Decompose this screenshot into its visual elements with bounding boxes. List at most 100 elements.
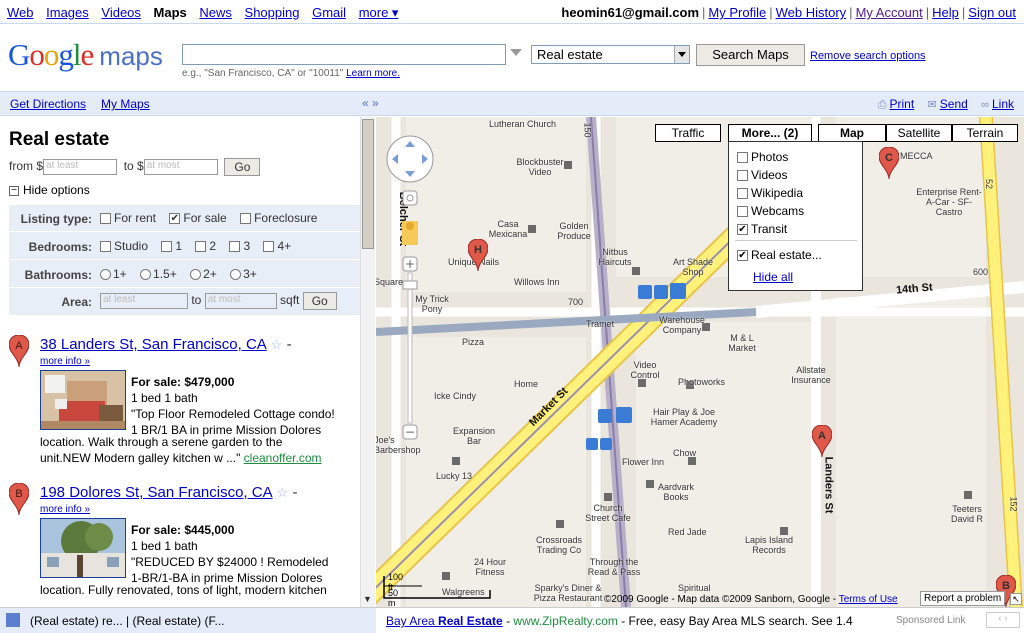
category-select[interactable]: Real estate — [531, 45, 690, 64]
scrollbar-thumb[interactable] — [362, 119, 374, 249]
max-area-input[interactable]: at most — [204, 293, 277, 309]
price-go-button[interactable]: Go — [224, 158, 261, 176]
learn-more-link[interactable]: Learn more. — [346, 68, 400, 79]
bathrooms-1-5plus-radio[interactable]: 1.5+ — [140, 267, 177, 281]
place-label[interactable]: Through the Read & Pass — [584, 557, 644, 577]
web-history-link[interactable]: Web History — [776, 5, 847, 20]
nav-videos[interactable]: Videos — [101, 5, 141, 20]
satellite-view-button[interactable]: Satellite — [886, 124, 952, 142]
marker-b-icon[interactable]: B — [9, 483, 29, 515]
place-label[interactable]: Nitbus Haircuts — [590, 247, 640, 267]
place-label[interactable]: M & L Market — [724, 333, 760, 353]
place-label[interactable]: Photoworks — [678, 377, 725, 387]
terrain-view-button[interactable]: Terrain — [952, 124, 1018, 142]
sign-out-link[interactable]: Sign out — [968, 5, 1016, 20]
status-tabs[interactable]: (Real estate) re... | (Real estate) (F..… — [0, 608, 376, 633]
place-label[interactable]: Chow — [673, 448, 696, 458]
bedrooms-3-checkbox[interactable]: 3 — [229, 239, 250, 253]
map-view-button[interactable]: Map — [818, 124, 886, 142]
bathrooms-2plus-radio[interactable]: 2+ — [190, 267, 217, 281]
videos-layer-checkbox[interactable]: Videos — [737, 168, 787, 182]
nav-news[interactable]: News — [199, 5, 232, 20]
place-label[interactable]: Sparky's Diner & Pizza Restaurant — [532, 583, 604, 603]
place-label[interactable]: Video Control — [626, 360, 664, 380]
send-link[interactable]: Send — [940, 97, 968, 111]
place-label[interactable]: Church Street Cafe — [582, 503, 634, 523]
min-area-input[interactable]: at least — [100, 293, 188, 309]
bedrooms-1-checkbox[interactable]: 1 — [161, 239, 182, 253]
sponsored-ad[interactable]: Bay Area Real Estate - www.ZipRealty.com… — [386, 614, 853, 628]
for-rent-checkbox[interactable]: For rent — [100, 211, 156, 225]
listing-photo[interactable] — [40, 518, 126, 578]
result-title-link[interactable]: 198 Dolores St, San Francisco, CA ☆ - — [40, 484, 297, 501]
place-label[interactable]: Allstate Insurance — [786, 365, 836, 385]
area-go-button[interactable]: Go — [302, 292, 337, 310]
wikipedia-layer-checkbox[interactable]: Wikipedia — [737, 186, 803, 200]
place-label[interactable]: Enterprise Rent-A-Car - SF-Castro — [914, 187, 984, 217]
ad-navigation-arrows[interactable]: ‹ › — [986, 612, 1020, 628]
transit-layer-checkbox[interactable]: ✔ Transit — [737, 222, 787, 236]
place-label[interactable]: Red Jade — [668, 527, 707, 537]
place-label[interactable]: Crossroads Trading Co — [530, 535, 588, 555]
place-label[interactable]: Home — [514, 379, 538, 389]
place-label[interactable]: Blockbuster Video — [510, 157, 570, 177]
hide-options-toggle[interactable]: − Hide options — [9, 183, 90, 197]
max-price-input[interactable]: at most — [143, 159, 218, 175]
place-label[interactable]: Willows Inn — [514, 277, 560, 287]
map-canvas[interactable]: Lutheran Church Blockbuster Video Casa M… — [376, 117, 1024, 607]
ad-title-link[interactable]: Bay Area Real Estate — [386, 614, 503, 628]
remove-search-options-link[interactable]: Remove search options — [810, 50, 926, 62]
bathrooms-1plus-radio[interactable]: 1+ — [100, 267, 127, 281]
panel-scrollbar[interactable]: ▼ — [360, 117, 375, 607]
result-title-link[interactable]: 38 Landers St, San Francisco, CA ☆ - — [40, 336, 292, 353]
for-sale-checkbox[interactable]: ✔ For sale — [169, 211, 227, 225]
place-label[interactable]: Expansion Bar — [452, 426, 496, 446]
hide-all-link[interactable]: Hide all — [753, 270, 793, 284]
terms-of-use-link[interactable]: Terms of Use — [839, 594, 898, 605]
listing-photo[interactable] — [40, 370, 126, 430]
marker-c-icon[interactable]: C — [879, 147, 899, 179]
place-label[interactable]: Tramet — [586, 319, 614, 329]
scroll-down-arrow-icon[interactable]: ▼ — [363, 594, 372, 604]
traffic-button[interactable]: Traffic — [655, 124, 721, 142]
place-label[interactable]: Teeters David R — [946, 504, 988, 524]
search-maps-button[interactable]: Search Maps — [696, 44, 805, 66]
marker-a-icon[interactable]: A — [812, 425, 832, 457]
place-label[interactable]: Aardvark Books — [654, 482, 698, 502]
nav-web[interactable]: Web — [7, 5, 34, 20]
place-label[interactable]: Lapis Island Records — [744, 535, 794, 555]
report-problem-button[interactable]: Report a problem — [920, 591, 1006, 606]
place-label[interactable]: Pizza — [462, 337, 484, 347]
webcams-layer-checkbox[interactable]: Webcams — [737, 204, 804, 218]
source-link[interactable]: cleanoffer.com — [244, 451, 322, 465]
place-label[interactable]: Lucky 13 — [436, 471, 472, 481]
photos-layer-checkbox[interactable]: Photos — [737, 150, 788, 164]
expand-corner-icon[interactable]: ↖ — [1010, 593, 1022, 605]
my-profile-link[interactable]: My Profile — [708, 5, 766, 20]
bedrooms-2-checkbox[interactable]: 2 — [195, 239, 216, 253]
marker-h-icon[interactable]: H — [468, 239, 488, 271]
place-label[interactable]: Casa Mexicana — [486, 219, 530, 239]
more-info-link[interactable]: more info » — [40, 356, 90, 367]
link-link[interactable]: Link — [992, 97, 1014, 111]
place-label[interactable]: Warehouse Company — [658, 315, 706, 335]
collapse-panel-icon[interactable]: « » — [362, 96, 379, 110]
place-label[interactable]: Spiritual — [678, 583, 711, 593]
real-estate-layer-checkbox[interactable]: ✔ Real estate... — [737, 248, 822, 262]
chevron-down-icon[interactable] — [674, 46, 689, 63]
place-label[interactable]: Art Shade Shop — [672, 257, 714, 277]
place-label[interactable]: Flower Inn — [622, 457, 664, 467]
ad-url[interactable]: www.ZipRealty.com — [513, 614, 617, 628]
get-directions-link[interactable]: Get Directions — [10, 97, 86, 111]
bathrooms-3plus-radio[interactable]: 3+ — [230, 267, 257, 281]
place-label[interactable]: Hair Play & Joe Hamer Academy — [646, 407, 722, 427]
place-label[interactable]: Golden Produce — [552, 221, 596, 241]
min-price-input[interactable]: at least — [43, 159, 118, 175]
my-maps-link[interactable]: My Maps — [101, 97, 150, 111]
marker-a-icon[interactable]: A — [9, 335, 29, 367]
nav-shopping[interactable]: Shopping — [245, 5, 300, 20]
more-info-link[interactable]: more info » — [40, 504, 90, 515]
nav-more[interactable]: more ▾ — [359, 5, 399, 20]
print-link[interactable]: Print — [890, 97, 915, 111]
foreclosure-checkbox[interactable]: Foreclosure — [240, 211, 317, 225]
